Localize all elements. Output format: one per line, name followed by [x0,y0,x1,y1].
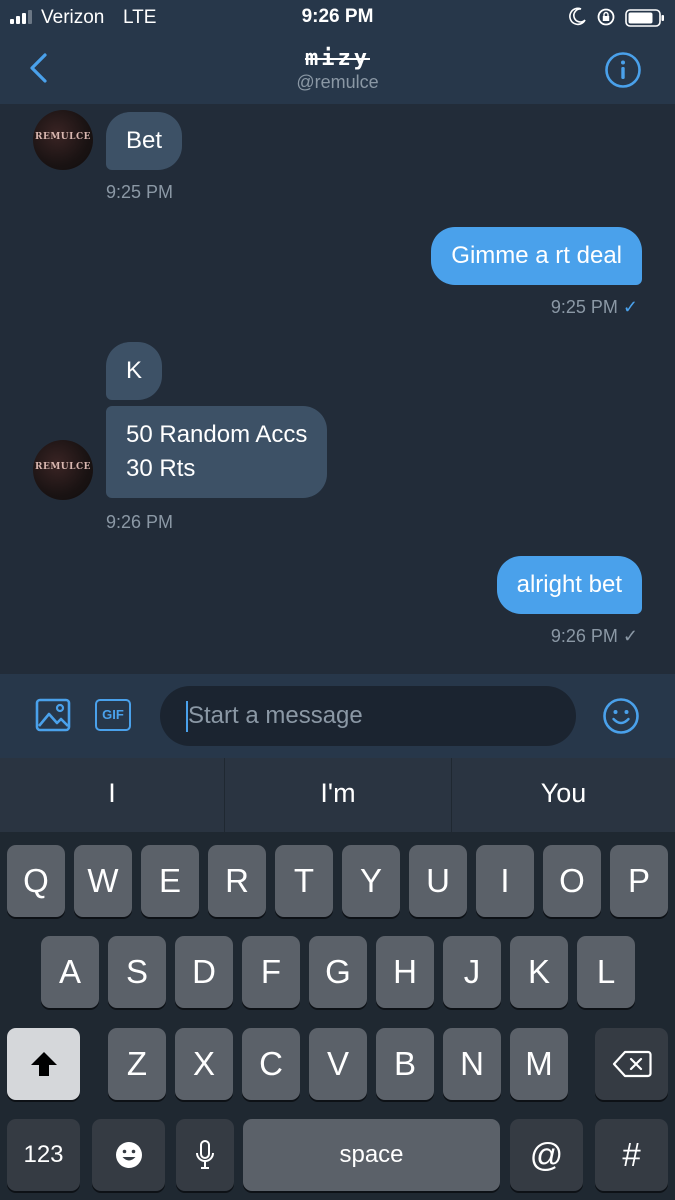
key-b[interactable]: B [376,1028,434,1100]
rotation-lock-icon [597,8,615,26]
conversation-title: mizy [305,46,370,71]
text-cursor [186,701,188,732]
key-x[interactable]: X [175,1028,233,1100]
key-y[interactable]: Y [342,845,400,917]
message-bubble-incoming[interactable]: 50 Random Accs 30 Rts [106,406,328,498]
emoji-key[interactable] [92,1119,165,1191]
suggestion-item[interactable]: I'm [225,758,451,832]
message-timestamp: 9:25 PM [106,182,174,202]
key-z[interactable]: Z [108,1028,166,1100]
keyboard: I I'm You Q W E R T Y U I O P A S D F G … [0,758,675,1200]
info-button[interactable] [604,51,642,89]
key-i[interactable]: I [476,845,534,917]
key-p[interactable]: P [610,845,668,917]
suggestion-bar: I I'm You [0,758,675,832]
key-q[interactable]: Q [7,845,65,917]
key-a[interactable]: A [41,936,99,1008]
message-timestamp: 9:25 PM ✓ [551,297,638,318]
image-icon[interactable] [35,697,71,733]
key-f[interactable]: F [242,936,300,1008]
key-v[interactable]: V [309,1028,367,1100]
timestamp-text: 9:26 PM [550,626,618,646]
backspace-icon [612,1050,652,1078]
message-composer: GIF [0,674,675,758]
at-key[interactable]: @ [510,1119,583,1191]
space-key[interactable]: space [243,1119,500,1191]
numbers-key[interactable]: 123 [7,1119,80,1191]
message-bubble-outgoing[interactable]: Gimme a rt deal [431,227,642,285]
dictation-key[interactable] [176,1119,234,1191]
key-e[interactable]: E [141,845,199,917]
key-d[interactable]: D [175,936,233,1008]
delete-key[interactable] [595,1028,668,1100]
microphone-icon [196,1140,214,1169]
shift-key[interactable] [7,1028,80,1100]
key-m[interactable]: M [510,1028,568,1100]
key-t[interactable]: T [275,845,333,917]
shift-arrow-icon [30,1052,57,1076]
top-bar: Verizon LTE 9:26 PM mizy @remulce [0,0,675,104]
avatar[interactable]: REMULCE [33,110,93,170]
avatar-label: REMULCE [34,132,91,142]
suggestion-item[interactable]: You [452,758,675,832]
key-h[interactable]: H [376,936,434,1008]
battery-icon [625,9,664,27]
smiley-icon[interactable] [602,697,640,735]
emoji-icon [115,1142,142,1168]
key-g[interactable]: G [309,936,367,1008]
message-thread[interactable]: REMULCE Bet 9:25 PM Gimme a rt deal 9:25… [0,104,675,674]
sent-check-icon: ✓ [622,297,638,317]
conversation-handle: @remulce [296,72,379,92]
key-u[interactable]: U [409,845,467,917]
message-timestamp: 9:26 PM ✓ [551,626,638,647]
gif-button[interactable]: GIF [95,699,131,731]
avatar-label: REMULCE [34,462,91,472]
message-bubble-outgoing[interactable]: alright bet [496,556,642,614]
message-bubble-incoming[interactable]: Bet [106,112,183,170]
key-n[interactable]: N [443,1028,501,1100]
key-l[interactable]: L [577,936,635,1008]
key-o[interactable]: O [543,845,601,917]
moon-icon [569,7,586,26]
suggestion-item[interactable]: I [0,758,224,832]
key-w[interactable]: W [74,845,132,917]
key-r[interactable]: R [208,845,266,917]
key-s[interactable]: S [108,936,166,1008]
message-bubble-incoming[interactable]: K [106,342,163,400]
conversation-header[interactable]: mizy @remulce [0,46,675,93]
key-j[interactable]: J [443,936,501,1008]
message-input[interactable] [160,686,576,746]
hash-key[interactable]: # [595,1119,668,1191]
status-bar: Verizon LTE 9:26 PM [0,0,675,34]
key-c[interactable]: C [242,1028,300,1100]
key-k[interactable]: K [510,936,568,1008]
message-timestamp: 9:26 PM [106,512,174,532]
timestamp-text: 9:25 PM [550,297,618,317]
avatar[interactable]: REMULCE [33,440,93,500]
read-check-icon: ✓ [622,626,638,646]
